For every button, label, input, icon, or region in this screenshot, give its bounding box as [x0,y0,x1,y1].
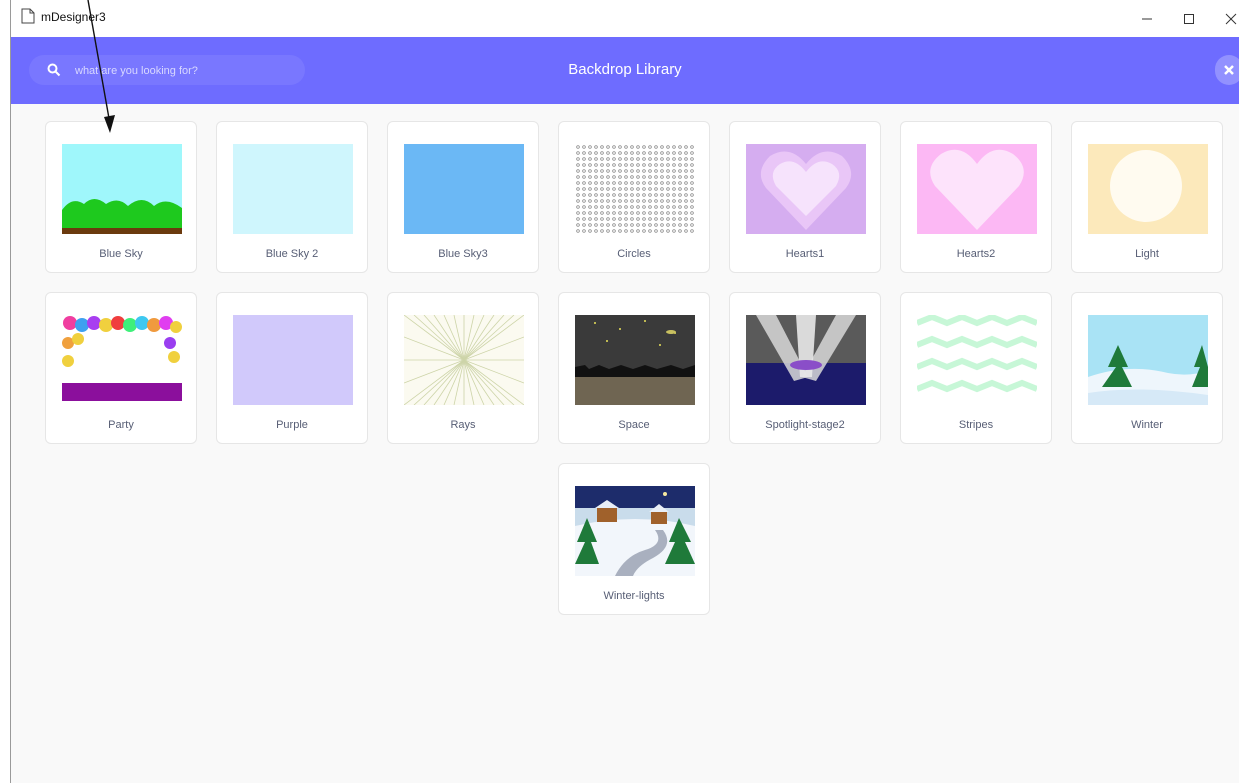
minimize-icon [1142,18,1152,20]
library-header: Backdrop Library [11,37,1239,104]
backdrop-tile-circles[interactable]: Circles [558,121,710,273]
close-library-button[interactable] [1215,55,1239,85]
tile-label: Space [618,419,650,431]
close-window-button[interactable] [1211,6,1239,32]
close-icon [1225,13,1237,25]
winter-lights-thumbnail [575,486,695,576]
party-thumbnail [62,315,182,405]
tile-label: Spotlight-stage2 [765,419,845,431]
close-icon [1224,65,1234,75]
tile-label: Hearts2 [956,248,996,260]
backdrop-tile-blue-sky[interactable]: Blue Sky [45,121,197,273]
backdrop-tile-space[interactable]: Space [558,292,710,444]
tile-label: Blue Sky 2 [265,248,319,260]
backdrop-tile-winter-lights[interactable]: Winter-lights [558,463,710,615]
title-bar: mDesigner3 [11,0,1239,37]
backdrop-tile-party[interactable]: Party [45,292,197,444]
tile-label: Winter [1131,419,1163,431]
spotlight-stage2-thumbnail [746,315,866,405]
tile-label: Rays [450,419,476,431]
hearts2-thumbnail [917,144,1037,234]
circles-thumbnail [575,144,695,234]
backdrop-tile-blue-sky-2[interactable]: Blue Sky 2 [216,121,368,273]
tile-label: Winter-lights [603,590,665,602]
tile-label: Purple [276,419,308,431]
page-title: Backdrop Library [568,61,682,78]
tile-label: Hearts1 [785,248,825,260]
backdrop-tile-purple[interactable]: Purple [216,292,368,444]
purple-thumbnail [233,315,353,405]
winter-thumbnail [1088,315,1208,405]
tile-label: Blue Sky [99,248,143,260]
tile-label: Stripes [958,419,994,431]
window-title: mDesigner3 [41,10,106,24]
space-thumbnail [575,315,695,405]
blue-sky3-thumbnail [404,144,524,234]
backdrop-tile-blue-sky3[interactable]: Blue Sky3 [387,121,539,273]
tile-label: Party [108,419,134,431]
backdrop-tile-winter[interactable]: Winter [1071,292,1223,444]
tile-label: Blue Sky3 [438,248,488,260]
backdrop-tile-spotlight-stage2[interactable]: Spotlight-stage2 [729,292,881,444]
stripes-thumbnail [917,315,1037,405]
document-icon [21,8,35,24]
tile-label: Light [1135,248,1159,260]
hearts1-thumbnail [746,144,866,234]
backdrop-tile-rays[interactable]: Rays [387,292,539,444]
tile-label: Circles [617,248,651,260]
light-thumbnail [1088,144,1208,234]
blue-sky-2-thumbnail [233,144,353,234]
blue-sky-thumbnail [62,144,182,234]
maximize-icon [1184,14,1194,24]
backdrop-tile-hearts2[interactable]: Hearts2 [900,121,1052,273]
minimize-button[interactable] [1127,6,1167,32]
rays-thumbnail [404,315,524,405]
backdrop-tile-stripes[interactable]: Stripes [900,292,1052,444]
backdrop-tile-light[interactable]: Light [1071,121,1223,273]
backdrop-tile-hearts1[interactable]: Hearts1 [729,121,881,273]
maximize-button[interactable] [1169,6,1209,32]
